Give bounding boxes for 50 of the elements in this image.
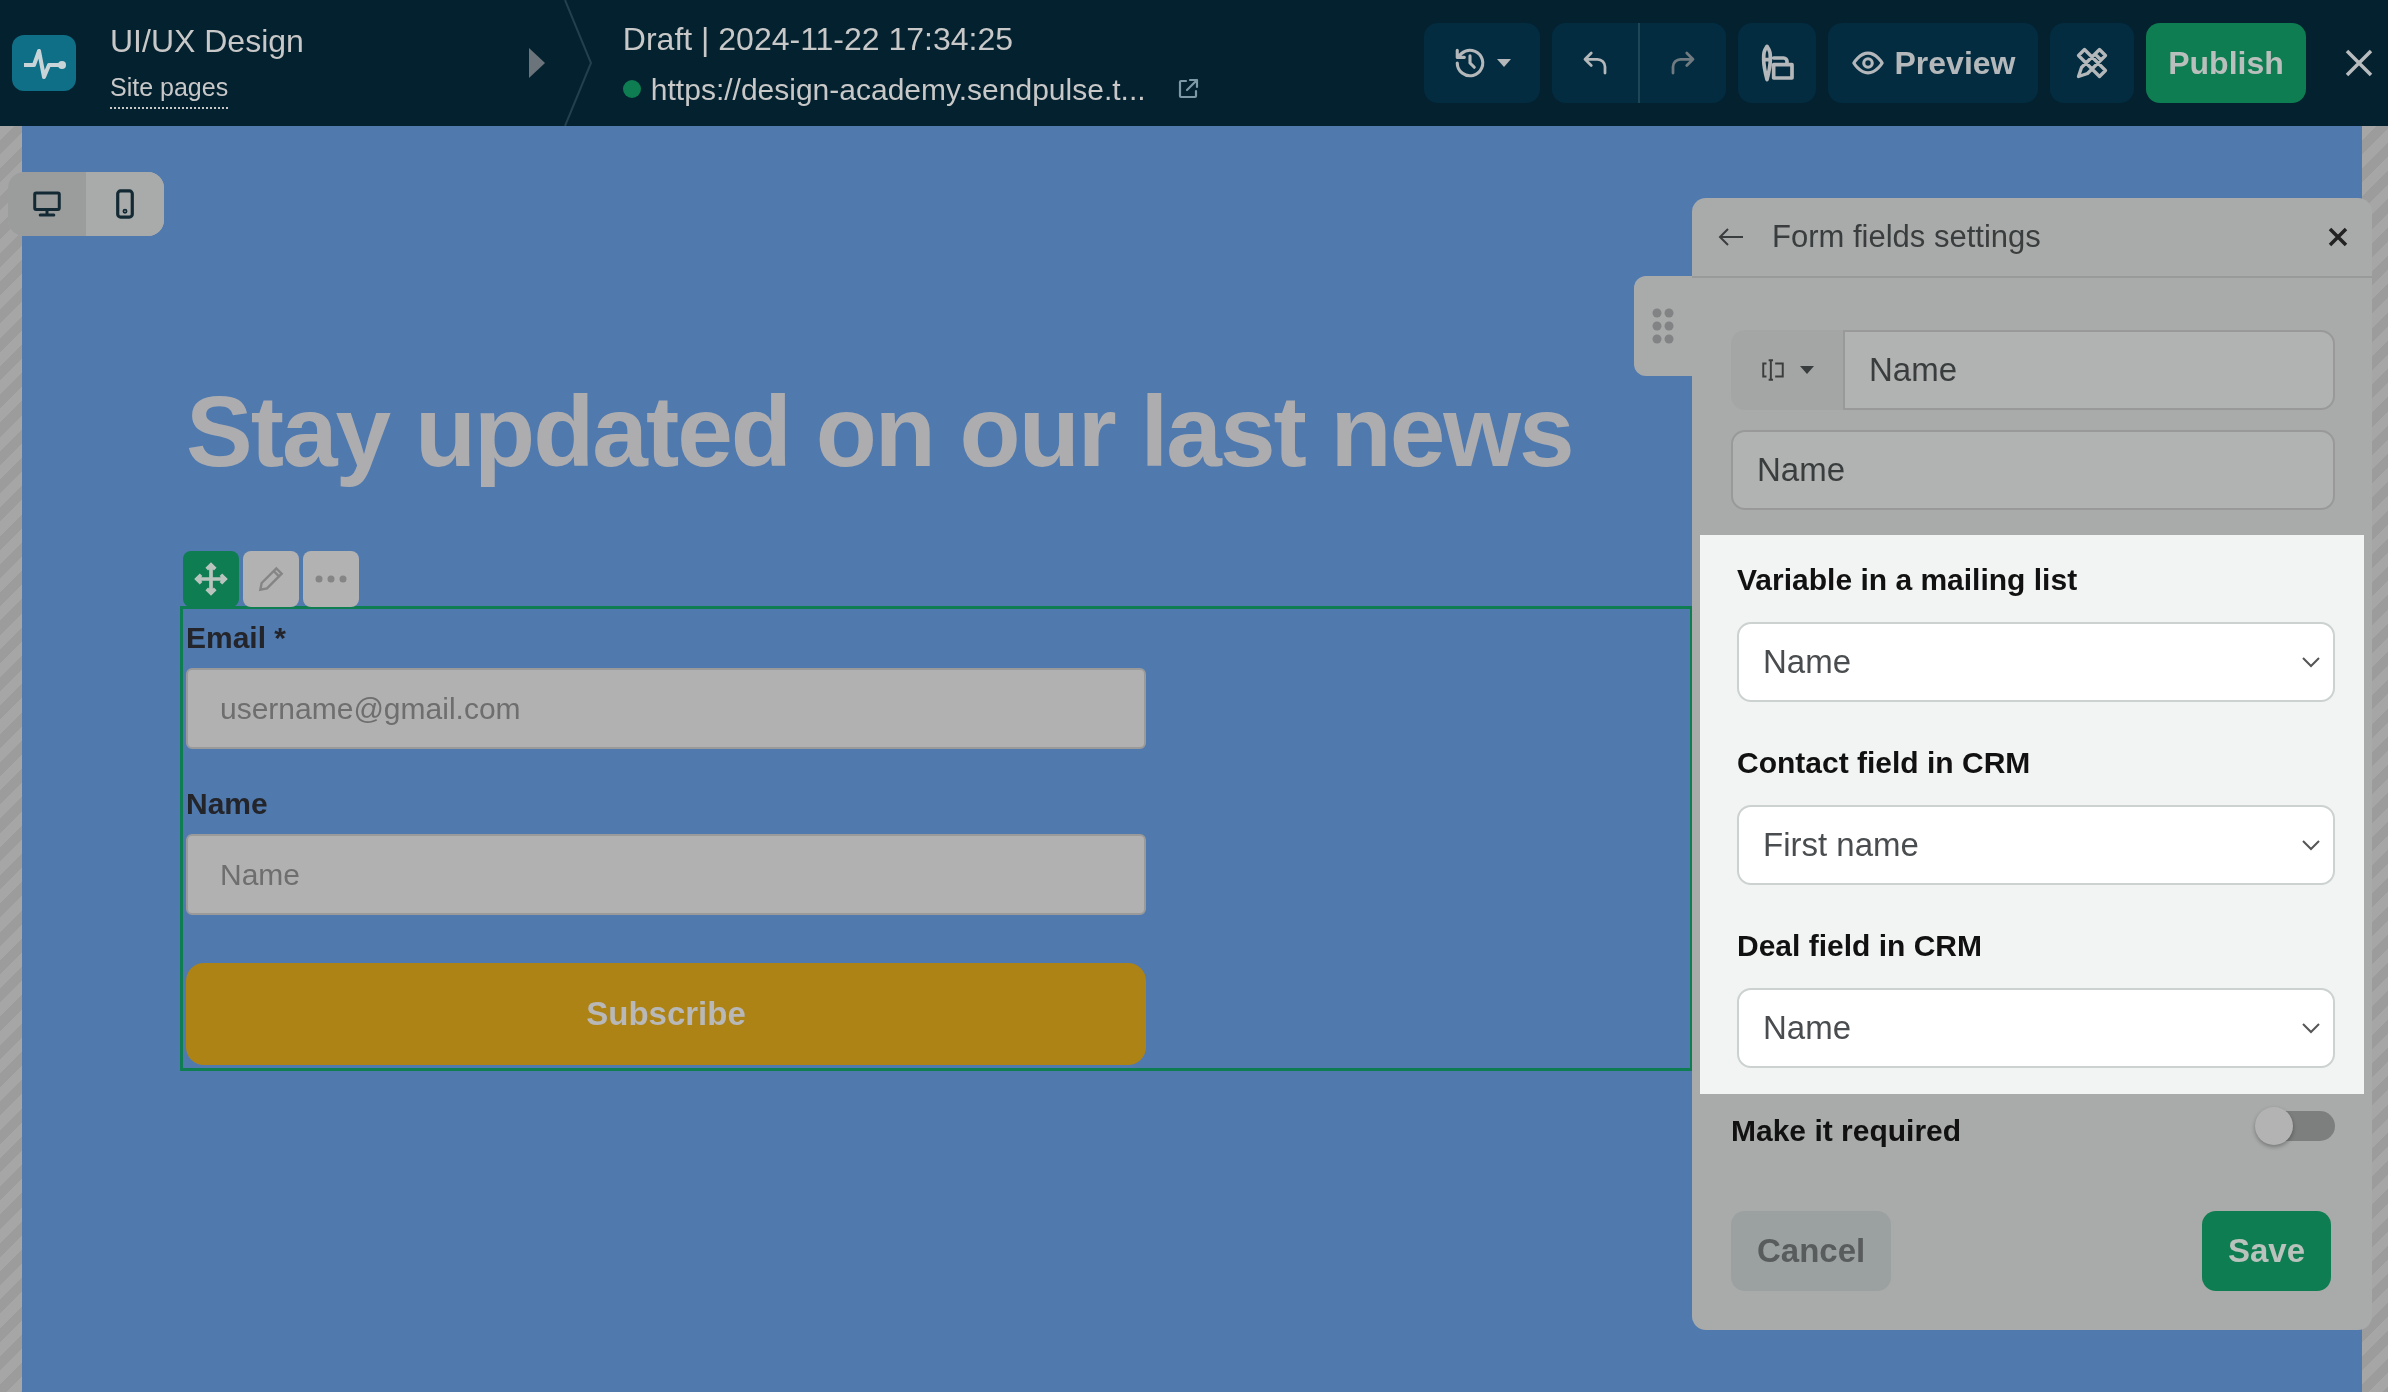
phone-icon (113, 188, 137, 220)
field-name-input[interactable]: Name (1843, 330, 2335, 410)
pencil-ruler-icon (2074, 45, 2110, 81)
select-value: Name (1763, 642, 1852, 683)
site-title: UI/UX Design (110, 22, 304, 62)
design-tools-button[interactable] (2050, 23, 2134, 103)
mapping-label: Contact field in CRM (1737, 745, 2032, 781)
preview-button[interactable]: Preview (1828, 23, 2038, 103)
desktop-view-button[interactable] (8, 172, 86, 236)
page-heading: Stay updated on our last news (186, 376, 1573, 486)
mapping-label: Deal field in CRM (1737, 928, 1984, 964)
move-arrows-icon (194, 562, 228, 596)
mapping-select[interactable]: Name (1737, 622, 2335, 702)
chevron-down-icon (2301, 1022, 2321, 1034)
select-value: First name (1763, 825, 1919, 866)
status-dot-icon (622, 80, 641, 98)
mapping-label: Variable in a mailing list (1737, 562, 2079, 598)
close-icon[interactable] (2344, 48, 2374, 78)
field-label: Name (186, 786, 269, 822)
divider-chevron-icon (562, 0, 593, 126)
more-dots-icon (315, 575, 347, 583)
text-field-icon (1760, 357, 1786, 383)
field-type-button[interactable] (1731, 330, 1843, 410)
style-copy-button[interactable] (1738, 23, 1816, 103)
grip-dots-icon (1652, 308, 1674, 344)
field-label-input[interactable]: Name (1731, 430, 2335, 510)
back-arrow-icon[interactable] (1718, 227, 1744, 247)
caret-right-icon[interactable] (528, 48, 545, 78)
draft-status: Draft | 2024-11-22 17:34:25 (622, 19, 1015, 59)
site-url-link[interactable]: https://design-academy.sendpulse.t... (650, 66, 1146, 112)
select-value: Name (1763, 1008, 1852, 1049)
history-button[interactable] (1424, 23, 1540, 103)
mapping-select[interactable]: First name (1737, 805, 2335, 885)
close-icon[interactable] (2328, 227, 2348, 247)
caret-down-icon (1497, 59, 1511, 67)
chevron-down-icon (2301, 839, 2321, 851)
history-icon (1453, 46, 1487, 80)
drag-handle[interactable] (1634, 276, 1692, 376)
caret-down-icon (1800, 366, 1814, 374)
panel-title: Form fields settings (1772, 217, 2041, 256)
field-label: Email * (186, 620, 288, 656)
move-button[interactable] (183, 551, 239, 607)
site-pages-link[interactable]: Site pages (110, 69, 229, 109)
mapping-select[interactable]: Name (1737, 988, 2335, 1068)
logo-icon[interactable] (12, 35, 76, 91)
required-label: Make it required (1731, 1113, 1962, 1149)
monitor-icon (30, 189, 64, 219)
email-field[interactable]: username@gmail.com (186, 668, 1146, 749)
chevron-down-icon (2301, 656, 2321, 668)
name-field[interactable]: Name (186, 834, 1146, 915)
